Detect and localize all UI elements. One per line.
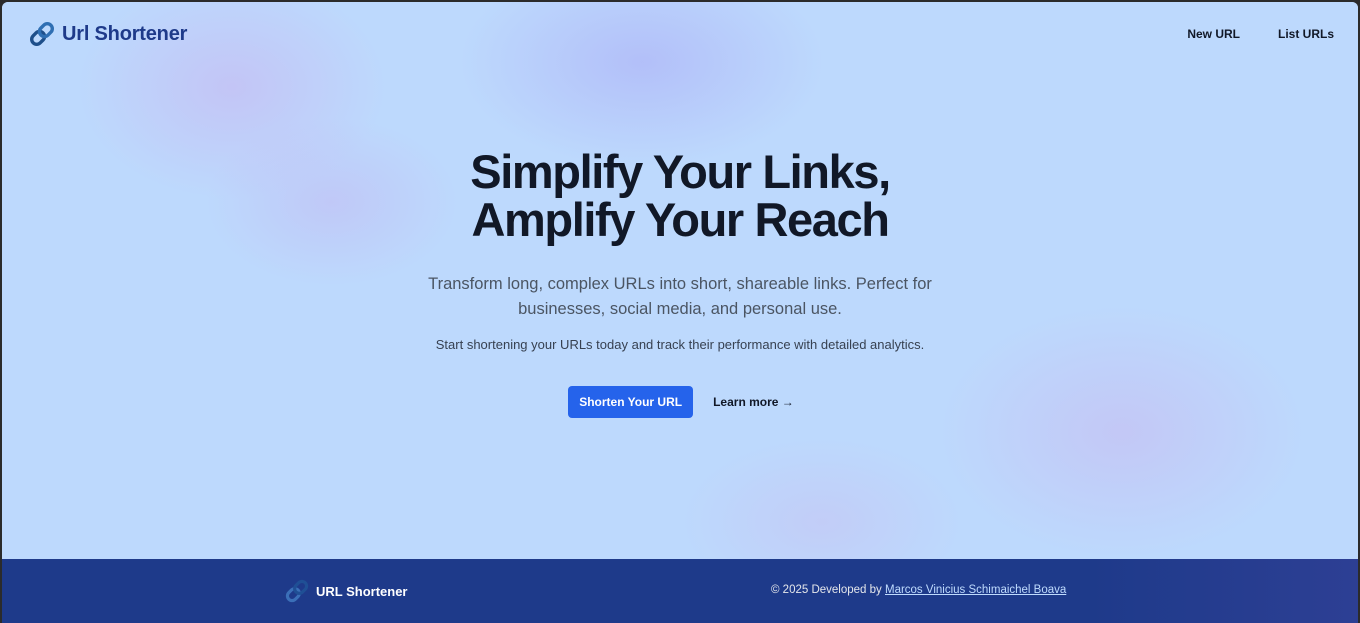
hero-actions: Shorten Your URL Learn more →	[2, 386, 1358, 418]
learn-more-link[interactable]: Learn more →	[713, 395, 794, 409]
brand-name: Url Shortener	[62, 22, 188, 45]
footer: URL Shortener © 2025 Developed by Marcos…	[2, 559, 1358, 623]
top-nav: New URL List URLs	[1187, 26, 1334, 42]
copyright-text: © 2025 Developed by	[771, 584, 882, 596]
shorten-url-button[interactable]: Shorten Your URL	[568, 386, 694, 418]
nav-new-url[interactable]: New URL	[1187, 26, 1240, 42]
footer-brand: URL Shortener	[284, 578, 408, 604]
link-icon	[29, 21, 55, 47]
hero-title-line-1: Simplify Your Links,	[470, 145, 891, 198]
hero-subtext: Start shortening your URLs today and tra…	[435, 337, 925, 352]
footer-copyright: © 2025 Developed by Marcos Vinicius Schi…	[771, 584, 1066, 596]
hero-title-line-2: Amplify Your Reach	[471, 193, 889, 246]
nav-list-urls[interactable]: List URLs	[1278, 26, 1334, 42]
hero-lead: Transform long, complex URLs into short,…	[428, 275, 932, 318]
author-link[interactable]: Marcos Vinicius Schimaichel Boava	[885, 584, 1066, 596]
browser-viewport: Url Shortener New URL List URLs Simplify…	[2, 2, 1358, 623]
link-icon	[285, 579, 309, 603]
footer-brand-name: URL Shortener	[316, 583, 408, 599]
brand-logo[interactable]: Url Shortener	[28, 20, 187, 48]
hero-section: Url Shortener New URL List URLs Simplify…	[2, 2, 1358, 559]
hero-title: Simplify Your Links, Amplify Your Reach	[2, 148, 1358, 244]
